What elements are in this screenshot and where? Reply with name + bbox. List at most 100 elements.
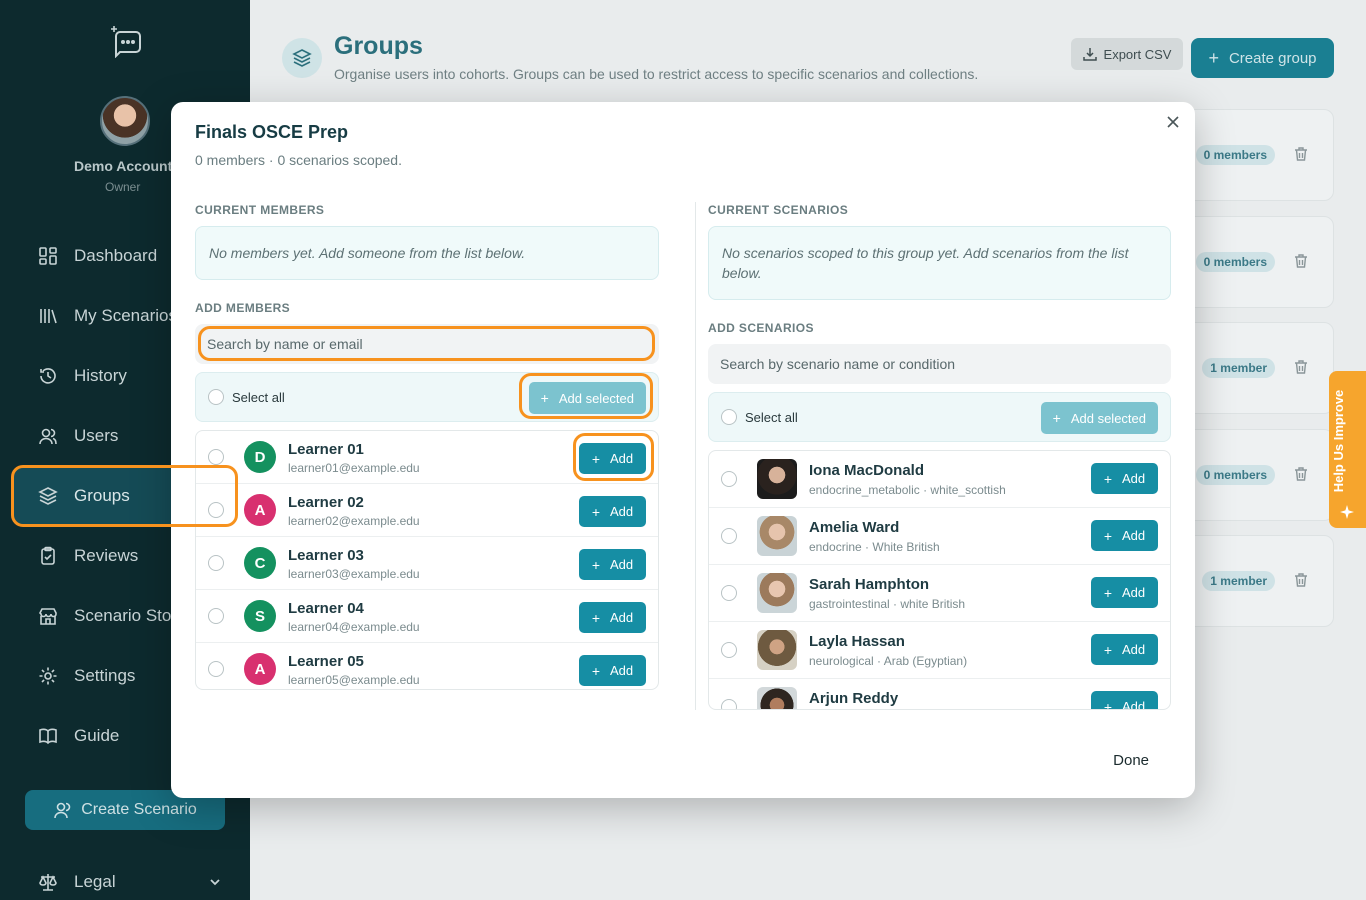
plus-icon: + <box>591 609 601 626</box>
add-label: Add <box>1122 642 1146 657</box>
current-scenarios-label: CURRENT SCENARIOS <box>708 203 849 217</box>
add-label: Add <box>610 504 634 519</box>
row-checkbox[interactable] <box>721 528 737 544</box>
add-selected-members-button[interactable]: + Add selected <box>528 382 646 414</box>
column-divider <box>695 202 696 710</box>
add-members-label: ADD MEMBERS <box>195 301 291 315</box>
add-selected-scenarios-button[interactable]: + Add selected <box>1040 402 1158 434</box>
close-icon[interactable] <box>1165 114 1181 130</box>
scenario-meta: gastrointestinal · white British <box>809 597 966 611</box>
scenario-name: Iona MacDonald <box>809 462 925 479</box>
table-row: Iona MacDonald endocrine_metabolic · whi… <box>709 451 1170 508</box>
plus-icon: + <box>1103 698 1113 710</box>
add-scenarios-label: ADD SCENARIOS <box>708 321 814 335</box>
table-row: D Learner 01 learner01@example.edu + Add <box>196 431 658 484</box>
plus-icon: + <box>1103 641 1113 658</box>
add-member-button[interactable]: + Add <box>579 655 646 686</box>
member-email: learner05@example.edu <box>288 673 420 687</box>
row-checkbox[interactable] <box>208 555 224 571</box>
table-row: S Learner 04 learner04@example.edu + Add <box>196 590 658 643</box>
plus-icon: + <box>591 450 601 467</box>
group-modal: Finals OSCE Prep 0 members · 0 scenarios… <box>171 102 1195 798</box>
add-member-button[interactable]: + Add <box>579 443 646 474</box>
member-email: learner01@example.edu <box>288 461 420 475</box>
scenarios-select-bar: Select all + Add selected <box>708 392 1171 442</box>
add-member-button[interactable]: + Add <box>579 602 646 633</box>
row-checkbox[interactable] <box>721 642 737 658</box>
member-initial-avatar: D <box>244 441 276 473</box>
select-all-label: Select all <box>745 410 798 425</box>
member-email: learner02@example.edu <box>288 514 420 528</box>
member-name: Learner 05 <box>288 653 364 670</box>
add-selected-label: Add selected <box>1070 410 1146 426</box>
members-select-bar: Select all + Add selected <box>195 372 659 422</box>
members-empty-state: No members yet. Add someone from the lis… <box>195 226 659 280</box>
select-all-label: Select all <box>232 390 285 405</box>
plus-icon: + <box>591 556 601 573</box>
add-scenario-button[interactable]: + Add <box>1091 634 1158 665</box>
plus-icon: + <box>591 503 601 520</box>
member-search-input[interactable]: Search by name or email <box>195 324 659 364</box>
member-initial-avatar: A <box>244 494 276 526</box>
scenario-meta: endocrine · White British <box>809 540 940 554</box>
add-member-button[interactable]: + Add <box>579 496 646 527</box>
member-email: learner03@example.edu <box>288 567 420 581</box>
scenario-name: Sarah Hamphton <box>809 576 930 593</box>
row-checkbox[interactable] <box>208 608 224 624</box>
add-label: Add <box>1122 528 1146 543</box>
member-initial-avatar: A <box>244 653 276 685</box>
table-row: Layla Hassan neurological · Arab (Egypti… <box>709 622 1170 679</box>
plus-icon: + <box>1103 470 1113 487</box>
table-row: Amelia Ward endocrine · White British + A… <box>709 508 1170 565</box>
row-checkbox[interactable] <box>721 471 737 487</box>
select-all-checkbox[interactable] <box>721 409 737 425</box>
add-label: Add <box>1122 471 1146 486</box>
patient-photo <box>757 573 797 613</box>
table-row: Sarah Hamphton gastrointestinal · white … <box>709 565 1170 622</box>
scenario-name: Amelia Ward <box>809 519 900 536</box>
row-checkbox[interactable] <box>208 449 224 465</box>
member-initial-avatar: S <box>244 600 276 632</box>
member-email: learner04@example.edu <box>288 620 420 634</box>
add-selected-label: Add selected <box>558 390 634 406</box>
scenario-meta: endocrine_metabolic · white_scottish <box>809 483 1006 497</box>
scenario-list: Iona MacDonald endocrine_metabolic · whi… <box>708 450 1171 710</box>
plus-icon: + <box>1052 410 1061 426</box>
scenarios-empty-state: No scenarios scoped to this group yet. A… <box>708 226 1171 300</box>
plus-icon: + <box>540 390 549 406</box>
patient-photo <box>757 459 797 499</box>
table-row: C Learner 03 learner03@example.edu + Add <box>196 537 658 590</box>
add-member-button[interactable]: + Add <box>579 549 646 580</box>
member-name: Learner 03 <box>288 547 364 564</box>
select-all-checkbox[interactable] <box>208 389 224 405</box>
add-label: Add <box>1122 585 1146 600</box>
scenario-meta: neurological · Arab (Egyptian) <box>809 654 968 668</box>
table-row: Arjun Reddy + Add <box>709 679 1170 710</box>
patient-photo <box>757 687 797 709</box>
row-checkbox[interactable] <box>721 699 737 709</box>
member-name: Learner 04 <box>288 600 364 617</box>
plus-icon: + <box>1103 527 1113 544</box>
current-members-label: CURRENT MEMBERS <box>195 203 325 217</box>
modal-title: Finals OSCE Prep <box>195 122 349 142</box>
row-checkbox[interactable] <box>208 661 224 677</box>
add-label: Add <box>610 557 634 572</box>
member-name: Learner 01 <box>288 441 364 458</box>
add-scenario-button[interactable]: + Add <box>1091 463 1158 494</box>
modal-subtitle: 0 members · 0 scenarios scoped. <box>195 152 402 168</box>
table-row: A Learner 02 learner02@example.edu + Add <box>196 484 658 537</box>
add-label: Add <box>1122 699 1146 710</box>
scenario-name: Arjun Reddy <box>809 690 899 707</box>
plus-icon: + <box>1103 584 1113 601</box>
row-checkbox[interactable] <box>721 585 737 601</box>
add-scenario-button[interactable]: + Add <box>1091 577 1158 608</box>
add-scenario-button[interactable]: + Add <box>1091 691 1158 710</box>
plus-icon: + <box>591 662 601 679</box>
scenario-search-input[interactable]: Search by scenario name or condition <box>708 344 1171 384</box>
add-scenario-button[interactable]: + Add <box>1091 520 1158 551</box>
add-label: Add <box>610 451 634 466</box>
patient-photo <box>757 630 797 670</box>
member-name: Learner 02 <box>288 494 364 511</box>
done-button[interactable]: Done <box>1113 752 1149 769</box>
row-checkbox[interactable] <box>208 502 224 518</box>
